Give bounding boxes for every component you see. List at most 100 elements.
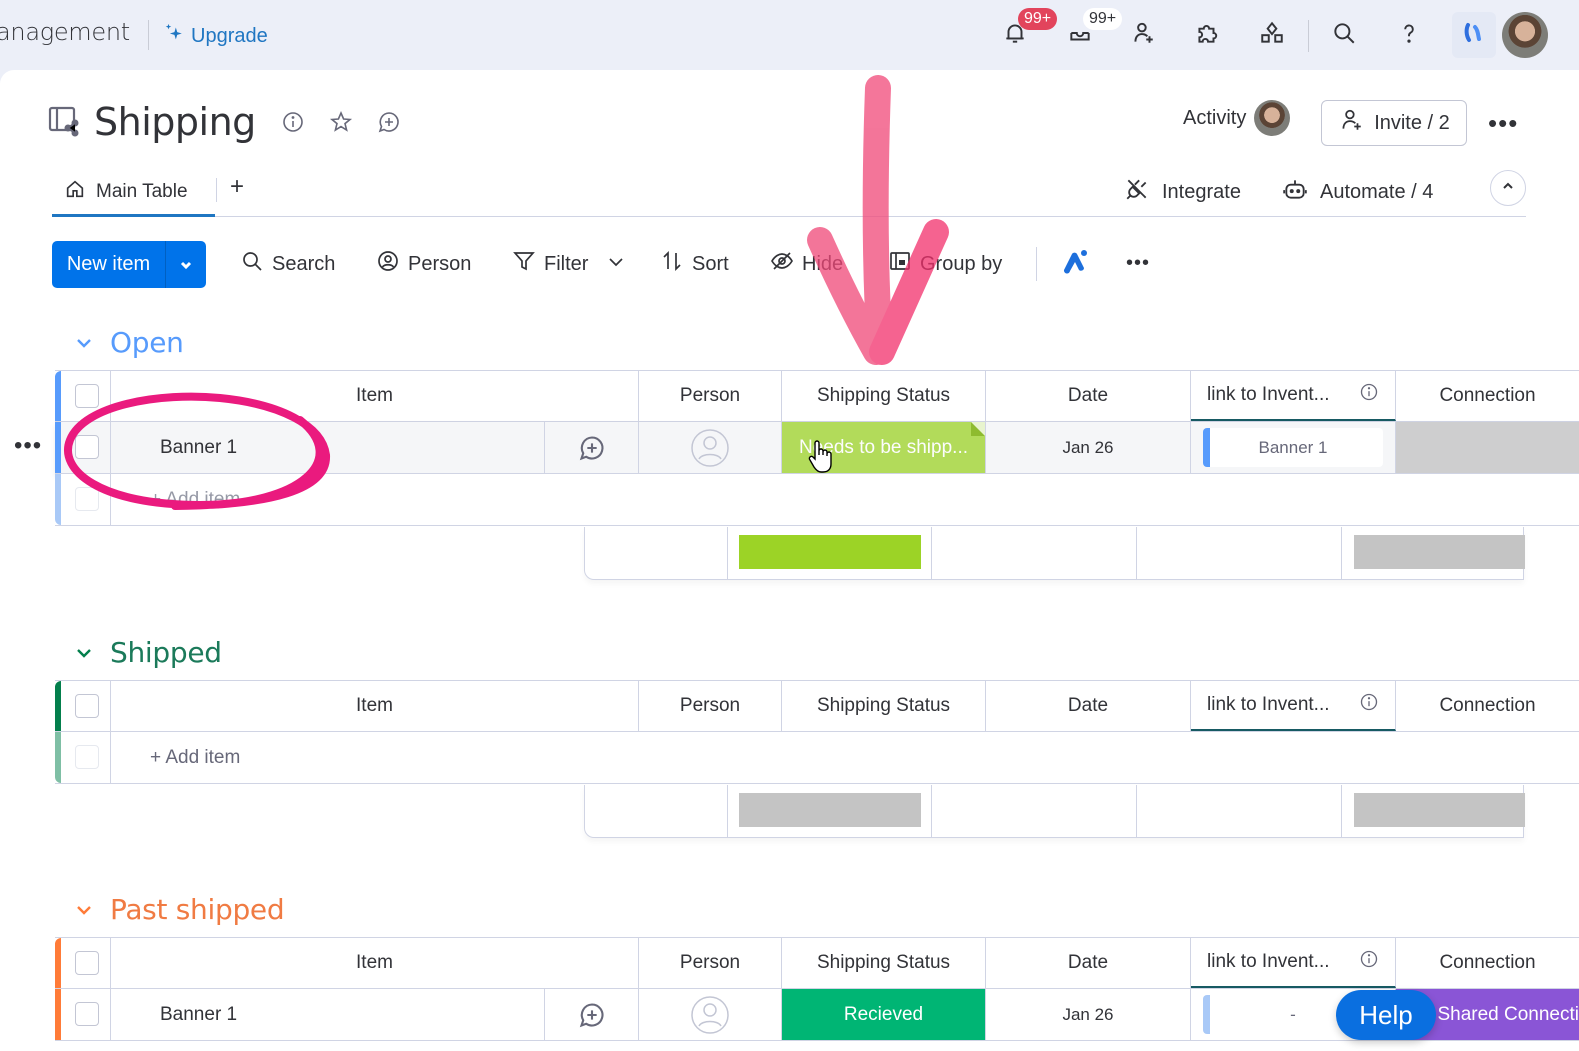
- board-toolbar: New item Search Person Filter Sort Hide …: [52, 241, 1252, 288]
- status-label[interactable]: Recieved: [782, 989, 985, 1040]
- row-actions-menu[interactable]: •••: [14, 432, 42, 460]
- info-icon[interactable]: [1359, 949, 1379, 975]
- select-all-checkbox[interactable]: [75, 951, 99, 975]
- board-title[interactable]: Shipping: [94, 100, 256, 144]
- item-name-cell[interactable]: Banner 1: [111, 422, 545, 473]
- info-icon[interactable]: [1359, 692, 1379, 718]
- column-header-item[interactable]: Item: [111, 938, 639, 988]
- chevron-down-icon[interactable]: [604, 249, 628, 279]
- search-button[interactable]: [1327, 18, 1361, 52]
- select-all-checkbox[interactable]: [75, 384, 99, 408]
- board-more-menu-button[interactable]: •••: [1488, 110, 1518, 136]
- column-header-date[interactable]: Date: [986, 371, 1191, 421]
- person-filter-button[interactable]: Person: [376, 249, 471, 279]
- search-tool-button[interactable]: Search: [240, 249, 335, 279]
- column-header-person[interactable]: Person: [639, 371, 782, 421]
- invite-button[interactable]: Invite / 2: [1321, 100, 1467, 146]
- group-header-open[interactable]: Open: [74, 326, 184, 359]
- group-by-button[interactable]: Group by: [888, 249, 1002, 279]
- connection-cell[interactable]: [1396, 422, 1579, 473]
- ai-sidekick-icon: [1060, 246, 1090, 282]
- info-icon[interactable]: [1359, 382, 1379, 408]
- select-all-checkbox[interactable]: [75, 694, 99, 718]
- status-distribution-bar[interactable]: [739, 535, 921, 569]
- notifications-button[interactable]: 99+: [998, 8, 1058, 52]
- column-header-date[interactable]: Date: [986, 938, 1191, 988]
- group-by-icon: [888, 249, 912, 279]
- row-checkbox: [75, 745, 99, 769]
- person-cell[interactable]: [639, 422, 782, 473]
- group-header-past-shipped[interactable]: Past shipped: [74, 893, 285, 926]
- column-header-connection[interactable]: Connection: [1396, 371, 1579, 421]
- table-header-row: Item Person Shipping Status Date link to…: [55, 680, 1579, 732]
- add-item-input[interactable]: + Add item: [111, 732, 1579, 783]
- ai-assistant-button[interactable]: [1060, 249, 1090, 279]
- person-label: Person: [408, 252, 472, 275]
- activity-button[interactable]: Activity: [1183, 100, 1291, 136]
- add-item-input[interactable]: + Add item: [111, 474, 1579, 525]
- group-title[interactable]: Shipped: [110, 636, 222, 669]
- row-checkbox[interactable]: [75, 1002, 99, 1026]
- toolbar-more-button[interactable]: •••: [1126, 253, 1150, 273]
- inbox-button[interactable]: 99+: [1063, 8, 1123, 52]
- invite-members-button[interactable]: [1126, 18, 1160, 52]
- group-header-shipped[interactable]: Shipped: [74, 636, 222, 669]
- column-header-link[interactable]: link to Invent...: [1191, 371, 1396, 421]
- column-header-person[interactable]: Person: [639, 938, 782, 988]
- status-distribution-bar[interactable]: [739, 793, 921, 827]
- group-title[interactable]: Open: [110, 326, 184, 359]
- sparkle-icon: [163, 22, 185, 50]
- search-icon: [240, 249, 264, 279]
- column-header-item[interactable]: Item: [111, 371, 639, 421]
- column-header-connection[interactable]: Connection: [1396, 938, 1579, 988]
- sort-icon: [660, 249, 684, 279]
- add-update-button[interactable]: [545, 422, 639, 473]
- upgrade-button[interactable]: Upgrade: [163, 22, 268, 50]
- column-header-status[interactable]: Shipping Status: [782, 938, 986, 988]
- add-view-button[interactable]: +: [230, 173, 244, 201]
- filter-button[interactable]: Filter: [512, 249, 628, 279]
- new-item-dropdown[interactable]: [166, 258, 206, 272]
- hide-label: Hide: [802, 252, 844, 275]
- date-cell[interactable]: Jan 26: [986, 989, 1191, 1040]
- column-header-status[interactable]: Shipping Status: [782, 371, 986, 421]
- date-cell[interactable]: Jan 26: [986, 422, 1191, 473]
- column-header-connection[interactable]: Connection: [1396, 681, 1579, 731]
- user-avatar[interactable]: [1502, 12, 1548, 58]
- help-center-button[interactable]: [1392, 18, 1426, 52]
- favorite-button[interactable]: [328, 109, 354, 135]
- filter-label: Filter: [544, 252, 589, 275]
- column-header-link[interactable]: link to Invent...: [1191, 938, 1396, 988]
- row-checkbox: [75, 487, 99, 511]
- board-info-button[interactable]: [280, 109, 306, 135]
- column-header-date[interactable]: Date: [986, 681, 1191, 731]
- integrate-button[interactable]: Integrate: [1124, 176, 1241, 208]
- column-header-link[interactable]: link to Invent...: [1191, 681, 1396, 731]
- group-title[interactable]: Past shipped: [110, 893, 285, 926]
- inbox-badge: 99+: [1083, 8, 1123, 30]
- add-update-button[interactable]: [545, 989, 639, 1040]
- apps-button[interactable]: [1190, 18, 1224, 52]
- column-header-person[interactable]: Person: [639, 681, 782, 731]
- hide-columns-button[interactable]: Hide: [770, 249, 843, 279]
- home-icon: [64, 178, 86, 206]
- automate-button[interactable]: Automate / 4: [1282, 176, 1433, 208]
- linked-item-chip[interactable]: Banner 1: [1203, 428, 1383, 467]
- collapse-header-button[interactable]: [1490, 170, 1526, 206]
- item-name-cell[interactable]: Banner 1: [111, 989, 545, 1040]
- workspace-name[interactable]: anagement: [0, 18, 130, 46]
- integrations-button[interactable]: [1255, 18, 1289, 52]
- board-updates-button[interactable]: [376, 109, 402, 135]
- add-item-row: + Add item: [55, 732, 1579, 784]
- new-item-button[interactable]: New item: [52, 241, 206, 288]
- person-cell[interactable]: [639, 989, 782, 1040]
- column-header-item[interactable]: Item: [111, 681, 639, 731]
- row-checkbox[interactable]: [75, 435, 99, 459]
- help-button[interactable]: Help: [1336, 990, 1436, 1040]
- status-cell[interactable]: Recieved: [782, 989, 986, 1040]
- brand-logo-button[interactable]: [1452, 12, 1496, 58]
- tab-main-table[interactable]: Main Table: [52, 170, 215, 217]
- sort-button[interactable]: Sort: [660, 249, 729, 279]
- column-header-status[interactable]: Shipping Status: [782, 681, 986, 731]
- link-cell[interactable]: Banner 1: [1191, 422, 1396, 473]
